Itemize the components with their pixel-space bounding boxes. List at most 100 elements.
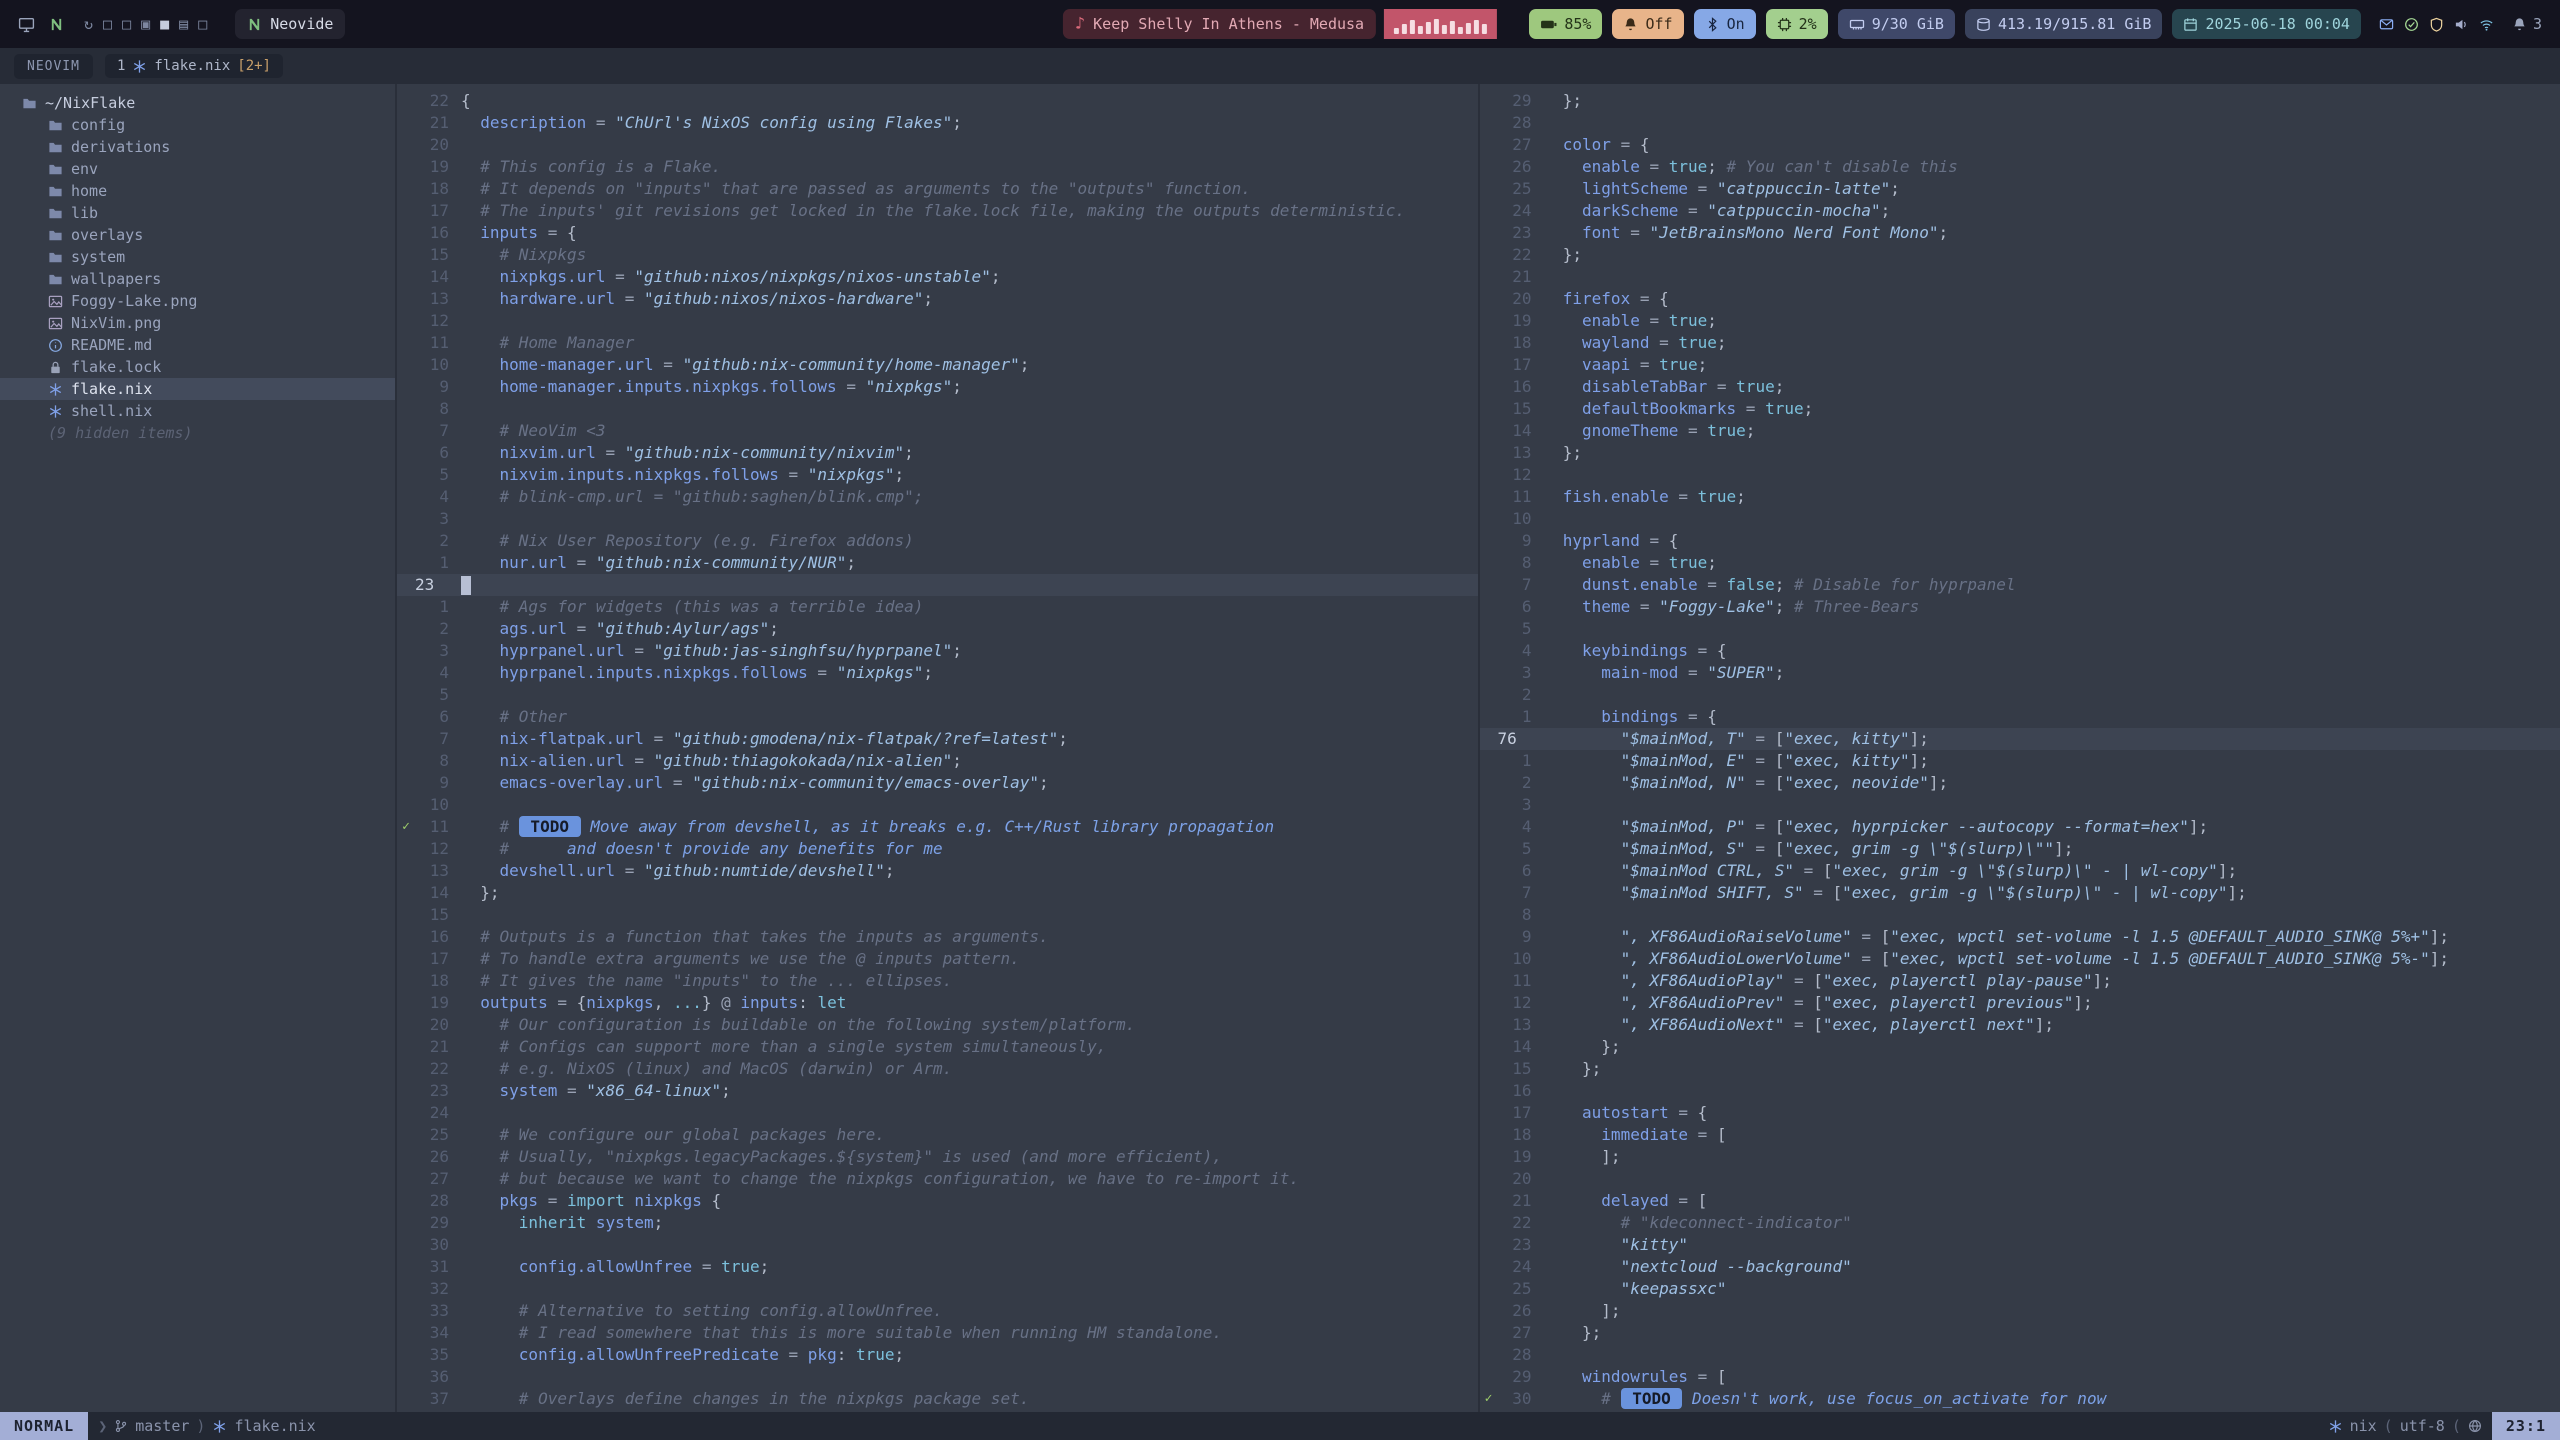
code-line[interactable]: 13 ", XF86AudioNext" = ["exec, playerctl… [1480, 1014, 2560, 1036]
tree-item-nixvim.png[interactable]: NixVim.png [0, 312, 395, 334]
code-line[interactable]: 26 enable = true; # You can't disable th… [1480, 156, 2560, 178]
code-line[interactable]: 13 devshell.url = "github:numtide/devshe… [397, 860, 1478, 882]
code-line[interactable]: 17 autostart = { [1480, 1102, 2560, 1124]
tree-item-flake.nix[interactable]: flake.nix [0, 378, 395, 400]
code-line[interactable]: 14 }; [1480, 1036, 2560, 1058]
code-line[interactable]: 17 # To handle extra arguments we use th… [397, 948, 1478, 970]
code-line[interactable]: 11 fish.enable = true; [1480, 486, 2560, 508]
code-line[interactable]: 27 }; [1480, 1322, 2560, 1344]
git-branch-label[interactable]: master [135, 1417, 189, 1435]
code-line[interactable]: 4 keybindings = { [1480, 640, 2560, 662]
code-line[interactable]: 18 immediate = [ [1480, 1124, 2560, 1146]
code-line[interactable]: 28 pkgs = import nixpkgs { [397, 1190, 1478, 1212]
code-line[interactable]: 24 "nextcloud --background" [1480, 1256, 2560, 1278]
disk-badge[interactable]: 413.19/915.81 GiB [1965, 9, 2163, 39]
code-line[interactable]: 22{ [397, 90, 1478, 112]
tree-item-foggy-lake.png[interactable]: Foggy-Lake.png [0, 290, 395, 312]
code-line[interactable]: 4 hyprpanel.inputs.nixpkgs.follows = "ni… [397, 662, 1478, 684]
check-circle-icon[interactable] [2404, 17, 2419, 32]
code-line[interactable]: 6 "$mainMod CTRL, S" = ["exec, grim -g \… [1480, 860, 2560, 882]
code-line[interactable]: 1 nur.url = "github:nix-community/NUR"; [397, 552, 1478, 574]
cpu-badge[interactable]: 2% [1766, 9, 1828, 39]
code-line[interactable]: 7 nix-flatpak.url = "github:gmodena/nix-… [397, 728, 1478, 750]
code-line[interactable]: 4 "$mainMod, P" = ["exec, hyprpicker --a… [1480, 816, 2560, 838]
code-line[interactable]: 11 ", XF86AudioPlay" = ["exec, playerctl… [1480, 970, 2560, 992]
clock-badge[interactable]: 2025-06-18 00:04 [2172, 9, 2361, 39]
monitor-icon[interactable] [18, 16, 35, 33]
workspace-icon-3[interactable]: □ [122, 15, 131, 33]
code-line[interactable]: 10 ", XF86AudioLowerVolume" = ["exec, wp… [1480, 948, 2560, 970]
shield-icon[interactable] [2429, 17, 2444, 32]
code-line[interactable]: 2 ags.url = "github:Aylur/ags"; [397, 618, 1478, 640]
code-line[interactable]: 5 nixvim.inputs.nixpkgs.follows = "nixpk… [397, 464, 1478, 486]
code-line[interactable]: 22 # "kdeconnect-indicator" [1480, 1212, 2560, 1234]
code-line[interactable]: 17 # The inputs' git revisions get locke… [397, 200, 1478, 222]
tree-item-readme.md[interactable]: README.md [0, 334, 395, 356]
code-line[interactable]: 21 description = "ChUrl's NixOS config u… [397, 112, 1478, 134]
code-line[interactable]: 6 theme = "Foggy-Lake"; # Three-Bears [1480, 596, 2560, 618]
code-line[interactable]: 26 # Usually, "nixpkgs.legacyPackages.${… [397, 1146, 1478, 1168]
code-line[interactable]: 3 [1480, 794, 2560, 816]
neovide-app-badge[interactable]: Neovide [235, 9, 345, 39]
code-line[interactable]: 6 nixvim.url = "github:nix-community/nix… [397, 442, 1478, 464]
code-line[interactable]: 19 outputs = {nixpkgs, ...} @ inputs: le… [397, 992, 1478, 1014]
code-line[interactable]: ✓30 # TODO Doesn't work, use focus_on_ac… [1480, 1388, 2560, 1410]
code-line[interactable]: 12 # and doesn't provide any benefits fo… [397, 838, 1478, 860]
tree-item-lib[interactable]: lib [0, 202, 395, 224]
code-line[interactable]: 2 [1480, 684, 2560, 706]
code-line[interactable]: 36 [397, 1366, 1478, 1388]
code-line[interactable]: 6 # Other [397, 706, 1478, 728]
code-line[interactable]: 1 bindings = { [1480, 706, 2560, 728]
tree-item-wallpapers[interactable]: wallpapers [0, 268, 395, 290]
code-line[interactable]: 14 nixpkgs.url = "github:nixos/nixpkgs/n… [397, 266, 1478, 288]
code-line[interactable]: 1 "$mainMod, E" = ["exec, kitty"]; [1480, 750, 2560, 772]
code-line[interactable]: 28 [1480, 112, 2560, 134]
code-line[interactable]: 10 [1480, 508, 2560, 530]
code-line[interactable]: 1 # Ags for widgets (this was a terrible… [397, 596, 1478, 618]
code-line[interactable]: 21 # Configs can support more than a sin… [397, 1036, 1478, 1058]
code-line[interactable]: 18 # It gives the name "inputs" to the .… [397, 970, 1478, 992]
bluetooth-badge[interactable]: On [1694, 9, 1756, 39]
code-line[interactable]: 10 [397, 794, 1478, 816]
tree-item-env[interactable]: env [0, 158, 395, 180]
music-visualizer[interactable] [1384, 9, 1497, 39]
tree-item-config[interactable]: config [0, 114, 395, 136]
tree-item--nixflake[interactable]: ~/NixFlake [0, 92, 395, 114]
code-line[interactable]: 12 [397, 310, 1478, 332]
code-line[interactable]: 29 }; [1480, 90, 2560, 112]
workspace-icon-6[interactable]: ▤ [179, 15, 188, 33]
code-line[interactable]: 24 [397, 1102, 1478, 1124]
tree-item-overlays[interactable]: overlays [0, 224, 395, 246]
code-line[interactable]: 28 [1480, 1344, 2560, 1366]
code-line[interactable]: 18 # It depends on "inputs" that are pas… [397, 178, 1478, 200]
code-line[interactable]: 2 # Nix User Repository (e.g. Firefox ad… [397, 530, 1478, 552]
tree-item--9-hidden-items-[interactable]: (9 hidden items) [0, 422, 395, 444]
code-line[interactable]: 25 lightScheme = "catppuccin-latte"; [1480, 178, 2560, 200]
code-line[interactable]: 29 windowrules = [ [1480, 1366, 2560, 1388]
code-line[interactable]: 4 # blink-cmp.url = "github:saghen/blink… [397, 486, 1478, 508]
tray-count-group[interactable]: 3 [2512, 15, 2542, 33]
code-line[interactable]: 15 }; [1480, 1058, 2560, 1080]
code-line[interactable]: 16 # Outputs is a function that takes th… [397, 926, 1478, 948]
battery-badge[interactable]: 85% [1529, 9, 1602, 39]
workspace-icon-4[interactable]: ▣ [141, 15, 150, 33]
tree-item-shell.nix[interactable]: shell.nix [0, 400, 395, 422]
code-line[interactable]: 8 enable = true; [1480, 552, 2560, 574]
memory-badge[interactable]: 9/30 GiB [1838, 9, 1955, 39]
workspace-icon-1[interactable]: ↻ [84, 15, 93, 33]
code-line[interactable]: 20 [397, 134, 1478, 156]
code-line[interactable]: 76 "$mainMod, T" = ["exec, kitty"]; [1480, 728, 2560, 750]
code-line[interactable]: 19 enable = true; [1480, 310, 2560, 332]
code-line[interactable]: 27 color = { [1480, 134, 2560, 156]
workspace-icon-2[interactable]: □ [103, 15, 112, 33]
volume-icon[interactable] [2454, 17, 2469, 32]
code-line[interactable]: 37 # Overlays define changes in the nixp… [397, 1388, 1478, 1410]
code-line[interactable]: 10 home-manager.url = "github:nix-commun… [397, 354, 1478, 376]
code-line[interactable]: 9 ", XF86AudioRaiseVolume" = ["exec, wpc… [1480, 926, 2560, 948]
neovim-icon[interactable] [49, 17, 64, 32]
code-line[interactable]: 13 }; [1480, 442, 2560, 464]
code-line[interactable]: 26 ]; [1480, 1300, 2560, 1322]
code-line[interactable]: 14 gnomeTheme = true; [1480, 420, 2560, 442]
code-line[interactable]: 9 emacs-overlay.url = "github:nix-commun… [397, 772, 1478, 794]
code-line[interactable]: 31 config.allowUnfree = true; [397, 1256, 1478, 1278]
